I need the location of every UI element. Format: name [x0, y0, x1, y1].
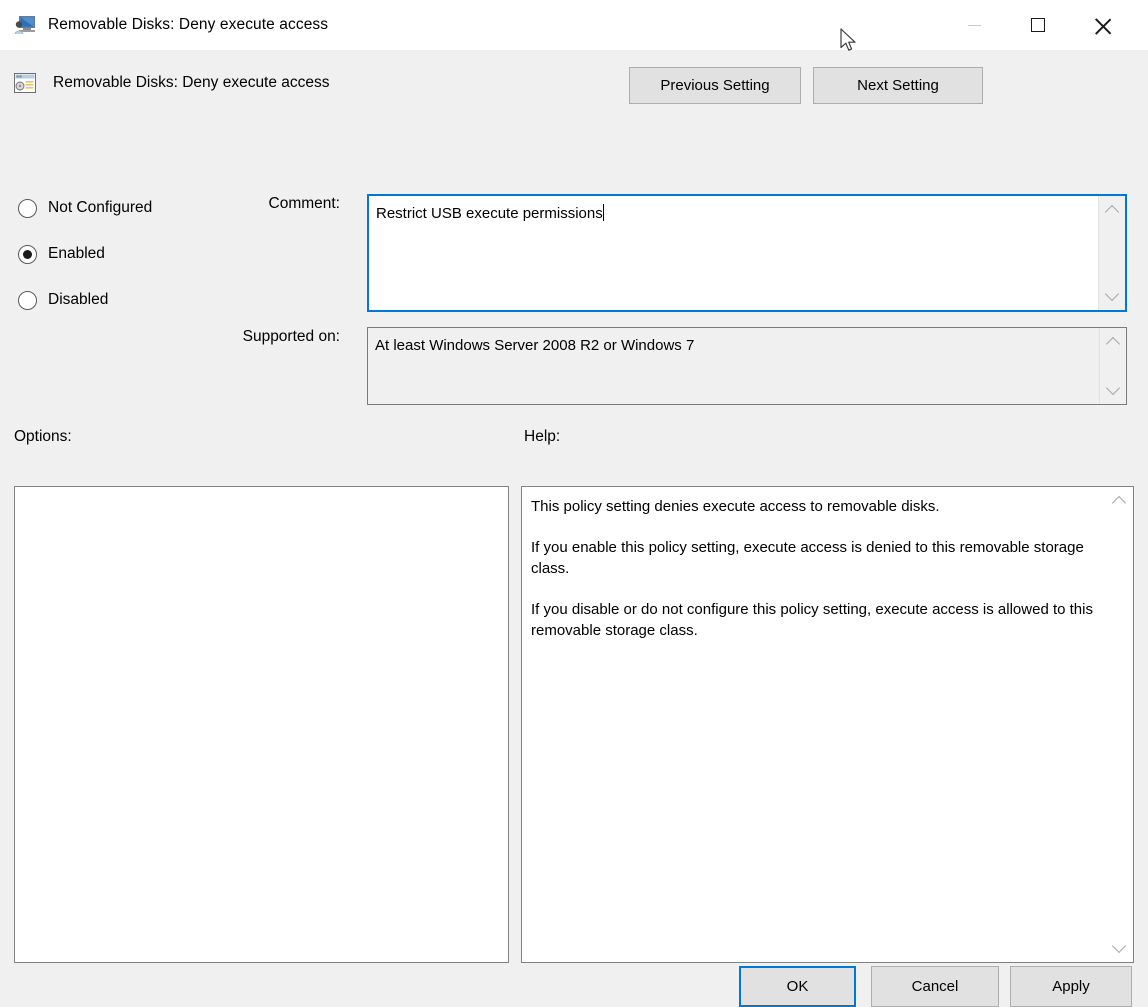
close-button[interactable]: [1070, 0, 1136, 50]
policy-setting-icon: [14, 72, 36, 94]
maximize-icon: [1031, 18, 1045, 32]
help-paragraph: This policy setting denies execute acces…: [531, 498, 940, 515]
computer-user-icon: [14, 15, 36, 35]
options-panel[interactable]: [14, 486, 509, 963]
radio-enabled[interactable]: Enabled: [18, 238, 152, 270]
chevron-up-icon[interactable]: [1113, 495, 1126, 508]
comment-value: Restrict USB execute permissions: [376, 205, 603, 222]
window-controls: [942, 0, 1148, 50]
previous-setting-button[interactable]: Previous Setting: [629, 67, 801, 104]
radio-not-configured[interactable]: Not Configured: [18, 192, 152, 224]
cancel-button[interactable]: Cancel: [871, 966, 999, 1007]
chevron-down-icon[interactable]: [1113, 941, 1126, 954]
radio-button-icon: [18, 290, 37, 310]
help-scrollbar[interactable]: [1106, 487, 1133, 962]
help-panel: This policy setting denies execute acces…: [521, 486, 1134, 963]
title-bar: Removable Disks: Deny execute access: [0, 0, 1148, 50]
policy-name: Removable Disks: Deny execute access: [53, 74, 330, 91]
text-caret: [602, 204, 604, 221]
chevron-up-icon[interactable]: [1106, 204, 1119, 217]
next-setting-button[interactable]: Next Setting: [813, 67, 983, 104]
close-icon: [1094, 16, 1112, 34]
apply-button[interactable]: Apply: [1010, 966, 1132, 1007]
radio-not-configured-label: Not Configured: [48, 199, 153, 216]
radio-disabled[interactable]: Disabled: [18, 284, 152, 316]
chevron-up-icon[interactable]: [1107, 336, 1120, 349]
comment-value-wrapper: Restrict USB execute permissions: [369, 196, 1098, 310]
window-title: Removable Disks: Deny execute access: [48, 16, 329, 33]
minimize-button[interactable]: [942, 0, 1006, 50]
options-section-label: Options:: [14, 428, 72, 445]
maximize-button[interactable]: [1006, 0, 1070, 50]
supported-on-value: At least Windows Server 2008 R2 or Windo…: [375, 337, 695, 354]
chevron-down-icon[interactable]: [1107, 383, 1120, 396]
help-paragraph: If you disable or do not configure this …: [531, 601, 1093, 639]
radio-disabled-label: Disabled: [48, 291, 109, 308]
radio-button-icon: [18, 198, 37, 218]
ok-button[interactable]: OK: [739, 966, 856, 1007]
minimize-icon: [967, 24, 981, 26]
help-paragraph: If you enable this policy setting, execu…: [531, 539, 1084, 577]
supported-on-label: Supported on:: [242, 328, 340, 345]
dialog-body: Removable Disks: Deny execute access Pre…: [0, 50, 1148, 1007]
comment-label: Comment:: [268, 195, 341, 212]
chevron-down-icon[interactable]: [1106, 289, 1119, 302]
policy-state-radio-group: Not Configured Enabled Disabled: [18, 192, 152, 316]
help-section-label: Help:: [524, 428, 561, 445]
comment-scrollbar[interactable]: [1098, 196, 1125, 310]
policy-header: Removable Disks: Deny execute access Pre…: [0, 64, 1148, 118]
supported-on-scrollbar[interactable]: [1099, 328, 1126, 404]
comment-textarea[interactable]: Restrict USB execute permissions: [367, 194, 1127, 312]
radio-button-selected-icon: [18, 244, 37, 264]
radio-enabled-label: Enabled: [48, 245, 105, 262]
help-text: This policy setting denies execute acces…: [522, 487, 1106, 962]
supported-on-field: At least Windows Server 2008 R2 or Windo…: [367, 327, 1127, 405]
